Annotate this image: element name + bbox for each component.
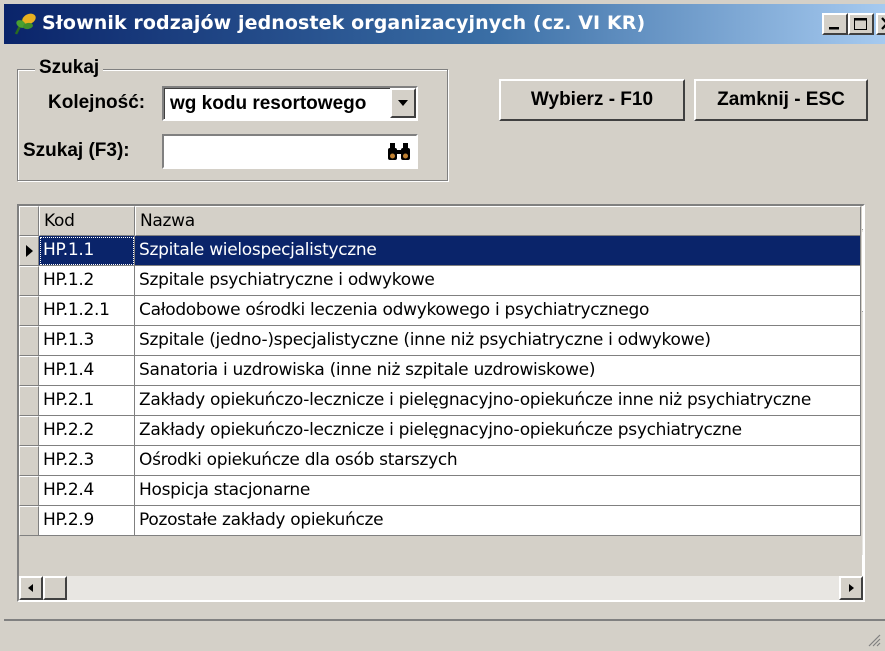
table-row[interactable]: HP.1.2 Szpitale psychiatryczne i odwykowe	[19, 266, 861, 296]
cell-kod[interactable]: HP.2.2	[39, 416, 135, 446]
maximize-icon	[854, 18, 867, 30]
grid-header: Kod Nazwa	[19, 206, 861, 236]
table-row[interactable]: HP.1.2.1 Całodobowe ośrodki leczenia odwy…	[19, 296, 861, 326]
row-indicator[interactable]	[19, 386, 39, 416]
table-row[interactable]: HP.2.9 Pozostałe zakłady opiekuńcze	[19, 506, 861, 536]
arrow-right-icon	[849, 584, 854, 592]
scroll-right-button[interactable]	[839, 576, 863, 600]
cell-nazwa[interactable]: Zakłady opiekuńczo-lecznicze i pielęgnac…	[135, 416, 861, 446]
close-button[interactable]: Zamknij - ESC	[694, 79, 868, 121]
order-label: Kolejność:	[48, 92, 146, 113]
binoculars-icon[interactable]	[384, 138, 414, 164]
data-grid: Kod Nazwa HP.1.1 Szpitale wielospecjalist…	[17, 204, 865, 602]
cell-kod[interactable]: HP.1.3	[39, 326, 135, 356]
search-label: Szukaj (F3):	[23, 140, 130, 161]
table-row[interactable]: HP.1.3 Szpitale (jedno-)specjalistyczne (…	[19, 326, 861, 356]
current-row-arrow-icon	[26, 245, 33, 257]
cell-nazwa[interactable]: Szpitale wielospecjalistyczne	[135, 236, 861, 266]
dictionary-window: Słownik rodzajów jednostek organizacyjny…	[0, 0, 885, 651]
row-indicator[interactable]	[19, 446, 39, 476]
select-button[interactable]: Wybierz - F10	[499, 79, 685, 121]
cell-kod[interactable]: HP.2.1	[39, 386, 135, 416]
table-row[interactable]: HP.2.1 Zakłady opiekuńczo-lecznicze i pie…	[19, 386, 861, 416]
chevron-down-icon	[398, 100, 408, 106]
order-select-value: wg kodu resortowego	[170, 93, 367, 114]
order-dropdown-button[interactable]	[390, 88, 416, 118]
header-indicator	[19, 206, 39, 236]
row-indicator[interactable]	[19, 356, 39, 386]
cell-kod[interactable]: HP.1.1	[39, 236, 135, 266]
cell-nazwa[interactable]: Sanatoria i uzdrowiska (inne niż szpital…	[135, 356, 861, 386]
horizontal-scrollbar[interactable]	[19, 576, 863, 600]
table-row[interactable]: HP.1.1 Szpitale wielospecjalistyczne	[19, 236, 861, 266]
arrow-down-icon	[864, 557, 865, 577]
cell-kod[interactable]: HP.2.9	[39, 506, 135, 536]
column-header-nazwa[interactable]: Nazwa	[135, 206, 861, 236]
column-header-kod[interactable]: Kod	[39, 206, 135, 236]
row-indicator[interactable]	[19, 236, 39, 266]
row-indicator[interactable]	[19, 296, 39, 326]
horizontal-scroll-thumb[interactable]	[43, 576, 67, 600]
maximize-button[interactable]	[848, 13, 874, 35]
window-title: Słownik rodzajów jednostek organizacyjny…	[42, 12, 646, 34]
title-bar[interactable]: Słownik rodzajów jednostek organizacyjny…	[4, 4, 885, 44]
scroll-left-button[interactable]	[19, 576, 43, 600]
search-input[interactable]	[162, 134, 418, 169]
cell-nazwa[interactable]: Pozostałe zakłady opiekuńcze	[135, 506, 861, 536]
leaf-app-icon	[14, 13, 36, 35]
scroll-up-button[interactable]	[862, 206, 865, 230]
vertical-scrollbar[interactable]	[862, 206, 865, 579]
cell-kod[interactable]: HP.1.4	[39, 356, 135, 386]
arrow-up-icon	[864, 208, 865, 228]
table-row[interactable]: HP.2.2 Zakłady opiekuńczo-lecznicze i pie…	[19, 416, 861, 446]
cell-kod[interactable]: HP.2.3	[39, 446, 135, 476]
row-indicator[interactable]	[19, 476, 39, 506]
order-select[interactable]: wg kodu resortowego	[162, 86, 418, 121]
row-indicator[interactable]	[19, 326, 39, 356]
minimize-button[interactable]	[822, 13, 848, 35]
vertical-scroll-thumb[interactable]	[862, 232, 863, 312]
cell-nazwa[interactable]: Hospicja stacjonarne	[135, 476, 861, 506]
cell-nazwa[interactable]: Szpitale psychiatryczne i odwykowe	[135, 266, 861, 296]
table-row[interactable]: HP.1.4 Sanatoria i uzdrowiska (inne niż s…	[19, 356, 861, 386]
cell-kod[interactable]: HP.2.4	[39, 476, 135, 506]
row-indicator[interactable]	[19, 416, 39, 446]
cell-nazwa[interactable]: Całodobowe ośrodki leczenia odwykowego i…	[135, 296, 861, 326]
cell-kod[interactable]: HP.1.2.1	[39, 296, 135, 326]
table-row[interactable]: HP.2.4 Hospicja stacjonarne	[19, 476, 861, 506]
minimize-icon	[829, 27, 839, 30]
row-indicator[interactable]	[19, 506, 39, 536]
close-icon	[881, 17, 885, 30]
search-group-title: Szukaj	[35, 57, 104, 79]
close-window-button[interactable]	[876, 13, 885, 35]
status-bar	[4, 619, 885, 651]
cell-kod[interactable]: HP.1.2	[39, 266, 135, 296]
cell-nazwa[interactable]: Szpitale (jedno-)specjalistyczne (inne n…	[135, 326, 861, 356]
cell-nazwa[interactable]: Zakłady opiekuńczo-lecznicze i pielęgnac…	[135, 386, 861, 416]
resize-grip-icon[interactable]	[867, 633, 881, 647]
cell-nazwa[interactable]: Ośrodki opiekuńcze dla osób starszych	[135, 446, 861, 476]
arrow-left-icon	[28, 584, 33, 592]
row-indicator[interactable]	[19, 266, 39, 296]
table-row[interactable]: HP.2.3 Ośrodki opiekuńcze dla osób starsz…	[19, 446, 861, 476]
